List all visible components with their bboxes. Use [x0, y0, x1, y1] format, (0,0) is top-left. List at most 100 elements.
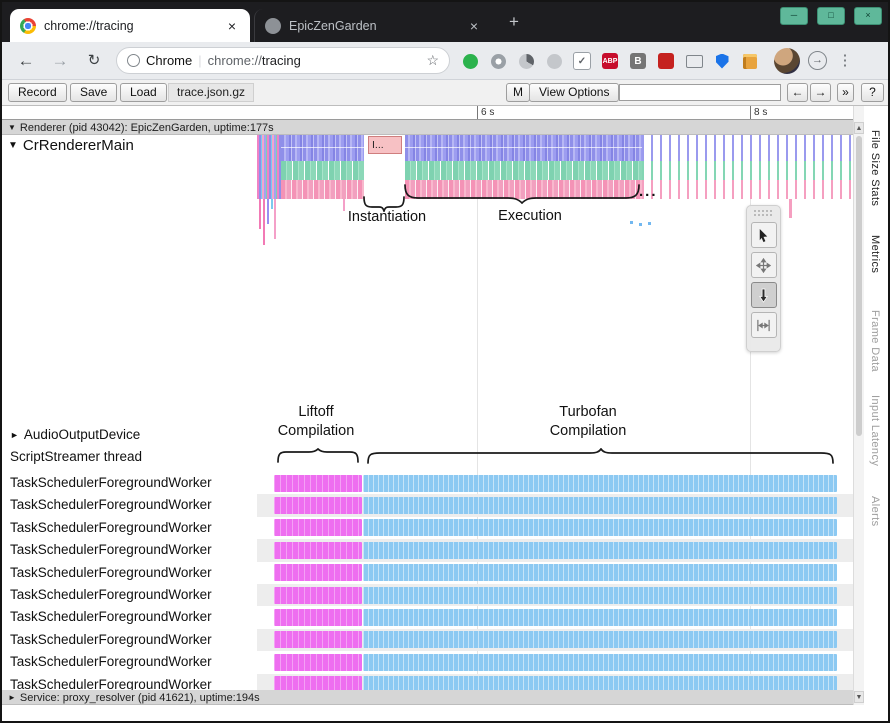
scrollbar-thumb[interactable]: [856, 136, 862, 436]
liftoff-compilation-slice[interactable]: [274, 497, 362, 514]
track-area[interactable]: ▼CrRendererMain I... ... Instan: [2, 135, 853, 690]
turbofan-compilation-slice[interactable]: [363, 542, 837, 559]
trace-slices-pink[interactable]: [281, 180, 364, 199]
renderer-process-header[interactable]: ▼Renderer (pid 43042): EpicZenGarden, up…: [2, 120, 853, 135]
adblock-plus-icon[interactable]: ABP: [600, 51, 620, 71]
trace-slices-pink-sparse[interactable]: [642, 180, 852, 199]
pan-tool-button[interactable]: [751, 252, 777, 278]
back-button[interactable]: ←: [14, 49, 38, 73]
trace-slices-purple[interactable]: [281, 135, 364, 161]
tab-chrome-tracing[interactable]: chrome://tracing ×: [10, 9, 250, 42]
trace-slice-tail[interactable]: [789, 199, 792, 218]
timing-tool-button[interactable]: [751, 312, 777, 338]
liftoff-compilation-slice[interactable]: [274, 654, 362, 671]
trace-slice-tail[interactable]: [274, 199, 276, 239]
checkmark-extension-icon[interactable]: ✓: [572, 51, 592, 71]
palette-grip[interactable]: [753, 209, 774, 218]
expand-triangle-icon[interactable]: ►: [8, 693, 16, 702]
green-circle-extension-icon[interactable]: [460, 51, 480, 71]
trace-slices-purple[interactable]: [405, 135, 642, 161]
worker-row[interactable]: TaskSchedulerForegroundWorker: [2, 472, 853, 494]
sidebar-item-alerts[interactable]: Alerts: [869, 496, 881, 527]
worker-row[interactable]: TaskSchedulerForegroundWorker: [2, 517, 853, 539]
liftoff-compilation-slice[interactable]: [274, 519, 362, 536]
bookmark-star-icon[interactable]: ☆: [426, 52, 439, 69]
search-input[interactable]: [619, 84, 781, 101]
liftoff-compilation-slice[interactable]: [274, 587, 362, 604]
tab-epiczengarden[interactable]: EpicZenGarden ×: [254, 9, 492, 42]
thread-crrenderermain[interactable]: ▼CrRendererMain: [8, 137, 134, 154]
liftoff-compilation-slice[interactable]: [274, 676, 362, 690]
find-previous-button[interactable]: ←: [787, 83, 808, 102]
collapse-triangle-icon[interactable]: ▼: [8, 123, 16, 132]
close-button[interactable]: ×: [854, 7, 882, 25]
trace-slices-green[interactable]: [405, 161, 642, 180]
vertical-scrollbar[interactable]: ▲ ▼: [853, 106, 864, 705]
tab-close-icon[interactable]: ×: [466, 18, 482, 34]
select-tool-button[interactable]: [751, 222, 777, 248]
trace-slice-tail[interactable]: [267, 199, 269, 224]
clock-extension-icon[interactable]: [516, 51, 536, 71]
worker-row[interactable]: TaskSchedulerForegroundWorker: [2, 562, 853, 584]
worker-row[interactable]: TaskSchedulerForegroundWorker: [2, 651, 853, 673]
worker-row[interactable]: TaskSchedulerForegroundWorker: [2, 674, 853, 690]
trace-slices-green[interactable]: [281, 161, 364, 180]
monitor-extension-icon[interactable]: [684, 51, 704, 71]
worker-row[interactable]: TaskSchedulerForegroundWorker: [2, 539, 853, 561]
worker-row[interactable]: TaskSchedulerForegroundWorker: [2, 494, 853, 516]
turbofan-compilation-slice[interactable]: [363, 587, 837, 604]
trace-slices-green-sparse[interactable]: [642, 161, 852, 180]
worker-row[interactable]: TaskSchedulerForegroundWorker: [2, 606, 853, 628]
browser-menu-icon[interactable]: ⋮: [836, 50, 854, 72]
minimize-button[interactable]: ─: [780, 7, 808, 25]
help-button[interactable]: ?: [861, 83, 884, 102]
thread-audiooutputdevice[interactable]: ►AudioOutputDevice: [10, 427, 140, 442]
forward-button[interactable]: →: [48, 49, 72, 73]
trace-marker[interactable]: [648, 222, 651, 225]
instantiation-slice[interactable]: I...: [368, 136, 402, 154]
worker-row[interactable]: TaskSchedulerForegroundWorker: [2, 584, 853, 606]
trace-slice-tail[interactable]: [259, 199, 261, 229]
red-square-extension-icon[interactable]: [656, 51, 676, 71]
sidebar-item-file-size-stats[interactable]: File Size Stats: [869, 130, 881, 206]
new-tab-button[interactable]: +: [504, 12, 524, 32]
address-bar[interactable]: Chrome | chrome://tracing ☆: [116, 47, 450, 74]
liftoff-compilation-slice[interactable]: [274, 542, 362, 559]
turbofan-compilation-slice[interactable]: [363, 631, 837, 648]
trace-slice-tail[interactable]: [271, 199, 273, 209]
timeline-ruler[interactable]: 6 s 8 s: [2, 106, 853, 120]
liftoff-compilation-slice[interactable]: [274, 564, 362, 581]
trace-slices-purple-sparse[interactable]: [642, 135, 852, 161]
liftoff-compilation-slice[interactable]: [274, 475, 362, 492]
metrics-button[interactable]: M: [506, 83, 530, 102]
gray-ring-extension-icon[interactable]: [488, 51, 508, 71]
sidebar-item-frame-data[interactable]: Frame Data: [869, 310, 881, 372]
turbofan-compilation-slice[interactable]: [363, 475, 837, 492]
save-button[interactable]: Save: [70, 83, 117, 102]
trace-slices-mixed[interactable]: [257, 135, 281, 199]
reload-button[interactable]: ↻: [82, 49, 106, 73]
turbofan-compilation-slice[interactable]: [363, 654, 837, 671]
view-options-button[interactable]: View Options: [529, 83, 619, 102]
scroll-down-icon[interactable]: ▼: [854, 691, 864, 703]
maximize-button[interactable]: □: [817, 7, 845, 25]
liftoff-compilation-slice[interactable]: [274, 609, 362, 626]
zoom-tool-button[interactable]: [751, 282, 777, 308]
notebook-extension-icon[interactable]: [740, 51, 760, 71]
camera-extension-icon[interactable]: [544, 51, 564, 71]
turbofan-compilation-slice[interactable]: [363, 497, 837, 514]
service-process-header[interactable]: ►Service: proxy_resolver (pid 41621), up…: [2, 690, 853, 705]
load-button[interactable]: Load: [120, 83, 167, 102]
profile-arrow-icon[interactable]: →: [808, 51, 827, 70]
expand-triangle-icon[interactable]: ►: [10, 430, 19, 440]
trace-marker[interactable]: [630, 221, 633, 224]
scroll-up-icon[interactable]: ▲: [854, 122, 864, 134]
collapse-triangle-icon[interactable]: ▼: [8, 140, 18, 151]
turbofan-compilation-slice[interactable]: [363, 609, 837, 626]
more-button[interactable]: »: [837, 83, 854, 102]
sidebar-item-input-latency[interactable]: Input Latency: [869, 395, 881, 466]
turbofan-compilation-slice[interactable]: [363, 564, 837, 581]
b-extension-icon[interactable]: B: [628, 51, 648, 71]
turbofan-compilation-slice[interactable]: [363, 519, 837, 536]
trace-marker[interactable]: [639, 223, 642, 226]
